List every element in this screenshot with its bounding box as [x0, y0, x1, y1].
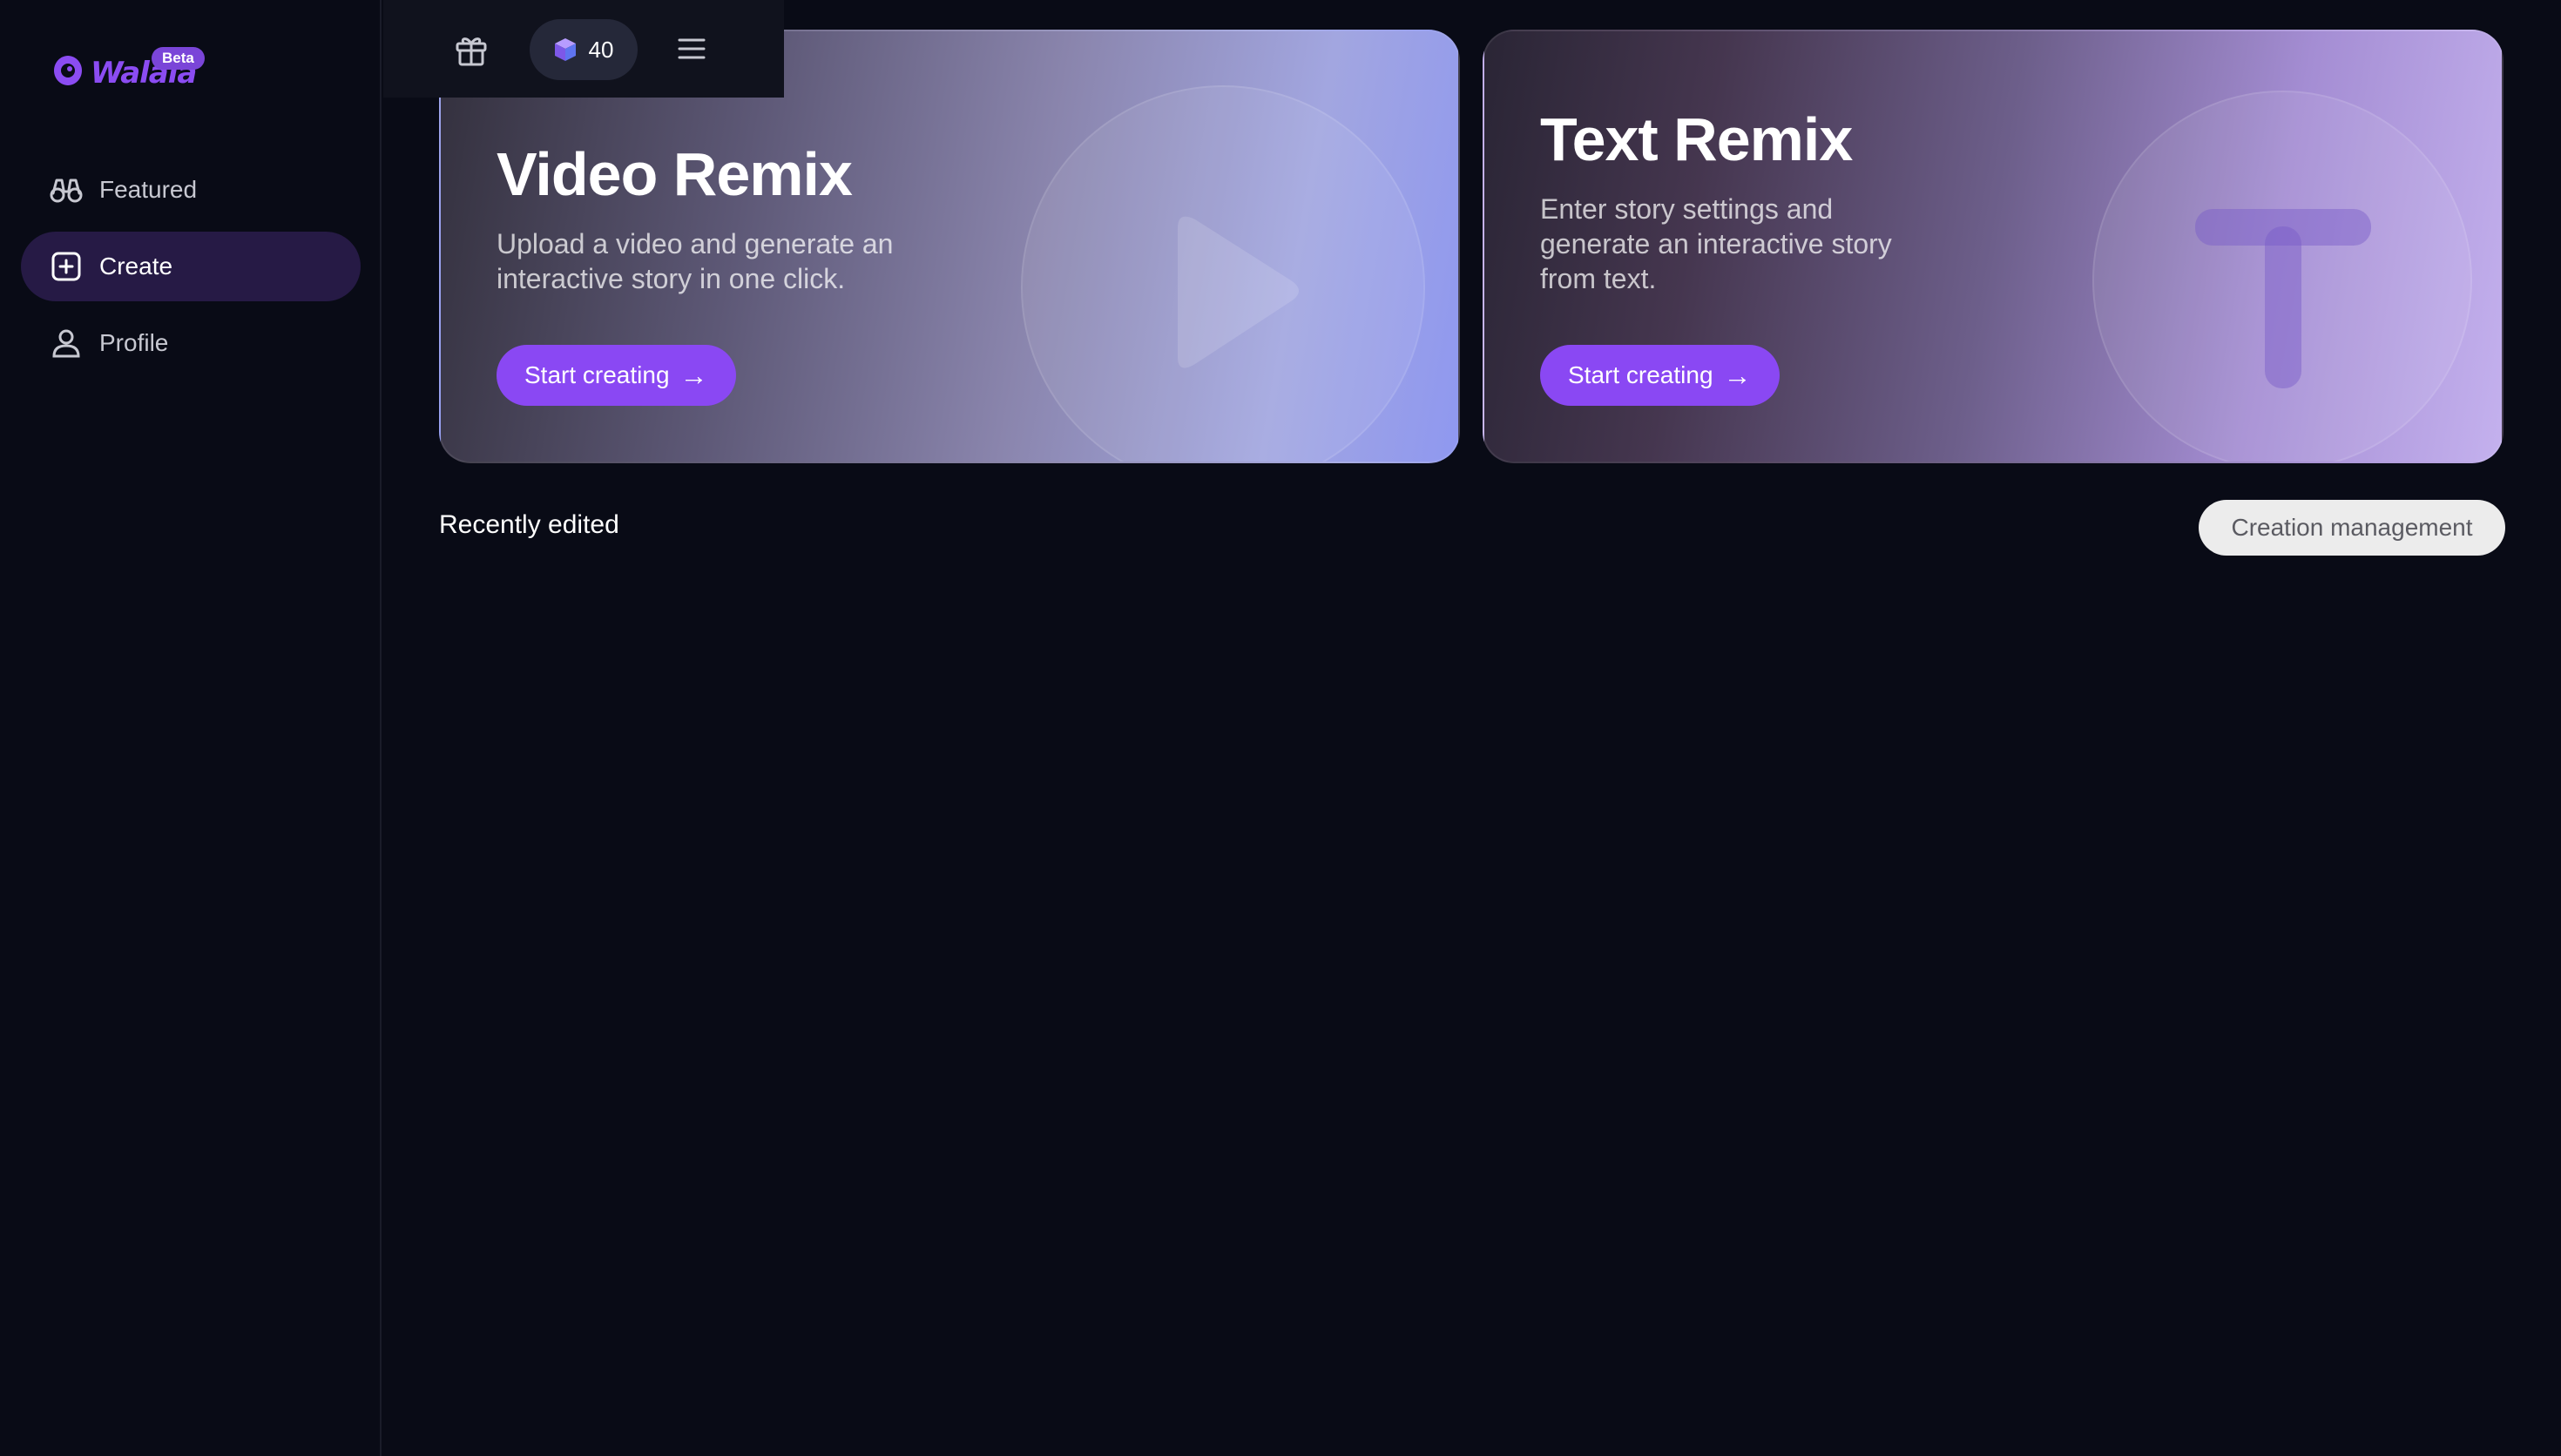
beta-badge: Beta — [152, 47, 205, 70]
arrow-right-icon: → — [679, 359, 708, 391]
sidebar-item-create[interactable]: Create — [21, 232, 361, 301]
recently-edited-heading: Recently edited — [439, 510, 619, 539]
logo-mark-icon — [54, 56, 82, 85]
logo[interactable]: Walala Beta — [49, 47, 214, 94]
cube-gem-icon — [554, 38, 576, 61]
sidebar: Walala Beta Featured Create Profile — [0, 0, 382, 1456]
sidebar-item-featured[interactable]: Featured — [21, 155, 361, 225]
creation-management-button[interactable]: Creation management — [2199, 500, 2505, 556]
plus-square-icon — [51, 252, 81, 281]
card-title: Video Remix — [497, 140, 853, 208]
binoculars-icon — [50, 179, 83, 203]
hamburger-menu-icon[interactable] — [676, 35, 707, 63]
sidebar-item-label: Featured — [99, 176, 198, 203]
gift-icon[interactable] — [453, 31, 490, 68]
sidebar-item-label: Profile — [99, 329, 169, 356]
play-icon — [1178, 216, 1299, 368]
start-creating-text-button[interactable]: Start creating → — [1540, 345, 1780, 406]
card-description: Enter story settings and generate an int… — [1540, 193, 1892, 294]
app-root: Walala Beta Featured Create Profile 40 V… — [0, 0, 2561, 1456]
card-title: Text Remix — [1540, 105, 1853, 173]
card-description: Upload a video and generate an interacti… — [497, 228, 894, 294]
start-creating-video-button[interactable]: Start creating → — [497, 345, 736, 406]
credits-balance[interactable]: 40 — [530, 19, 638, 80]
sidebar-item-label: Create — [99, 253, 173, 280]
credits-value: 40 — [588, 36, 614, 63]
sidebar-item-profile[interactable]: Profile — [21, 308, 361, 378]
letter-t-icon — [2195, 209, 2371, 388]
user-icon — [52, 329, 80, 358]
button-label: Start creating — [1568, 361, 1713, 388]
text-remix-card[interactable]: Text Remix Enter story settings and gene… — [1483, 30, 2504, 463]
arrow-right-icon: → — [1723, 359, 1752, 391]
top-toolbar: 40 — [383, 0, 784, 98]
button-label: Start creating — [524, 361, 670, 388]
